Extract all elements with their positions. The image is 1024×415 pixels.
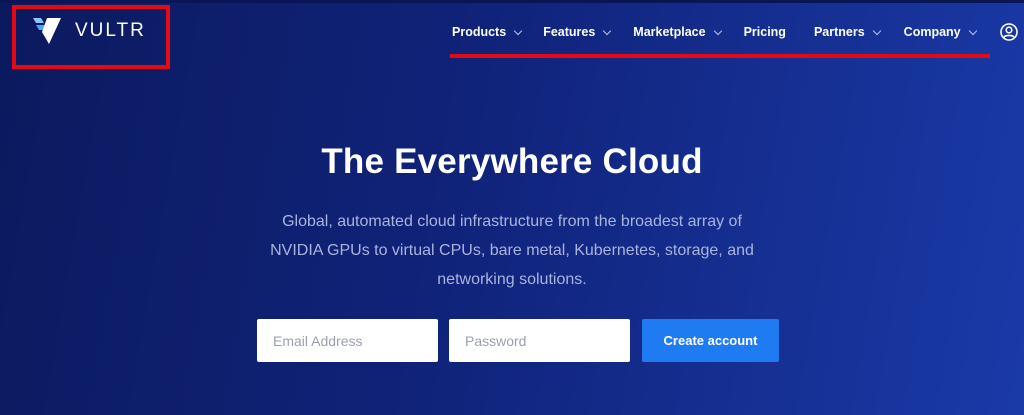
chevron-down-icon (872, 26, 881, 35)
hero-subtitle: Global, automated cloud infrastructure f… (270, 213, 754, 288)
user-circle-icon[interactable] (999, 23, 1018, 41)
chevron-down-icon (968, 26, 977, 35)
nav-item-label: Products (452, 25, 507, 39)
nav-item-label: Company (903, 25, 961, 39)
nav-item-label: Marketplace (633, 25, 706, 39)
nav-item-features[interactable]: Features (543, 25, 612, 39)
nav-item-partners[interactable]: Partners (813, 25, 881, 39)
top-border (0, 0, 1024, 3)
chevron-down-icon (713, 26, 722, 35)
nav-item-label: Features (543, 25, 596, 39)
main-nav: Products Features Marketplace Pricing Pa… (452, 22, 1018, 42)
signup-form: Create account (257, 319, 779, 362)
nav-item-products[interactable]: Products (452, 25, 523, 39)
nav-item-pricing[interactable]: Pricing (744, 25, 786, 39)
password-field[interactable] (449, 319, 630, 362)
chevron-down-icon (603, 26, 612, 35)
landing-page: VULTR Products Features Marketplace Pric… (0, 0, 1024, 415)
email-field[interactable] (257, 319, 438, 362)
nav-item-marketplace[interactable]: Marketplace (633, 25, 722, 39)
chevron-down-icon (513, 26, 523, 35)
create-account-button[interactable]: Create account (642, 319, 779, 362)
nav-item-label: Partners (813, 25, 865, 39)
hero-title: The Everywhere Cloud (321, 142, 703, 181)
nav-highlight-underline (450, 54, 990, 58)
nav-item-label: Pricing (743, 25, 786, 39)
vultr-v-icon (33, 18, 61, 44)
nav-item-company[interactable]: Company (903, 25, 977, 39)
vultr-logo[interactable]: VULTR (33, 18, 146, 44)
brand-name: VULTR (75, 20, 146, 41)
